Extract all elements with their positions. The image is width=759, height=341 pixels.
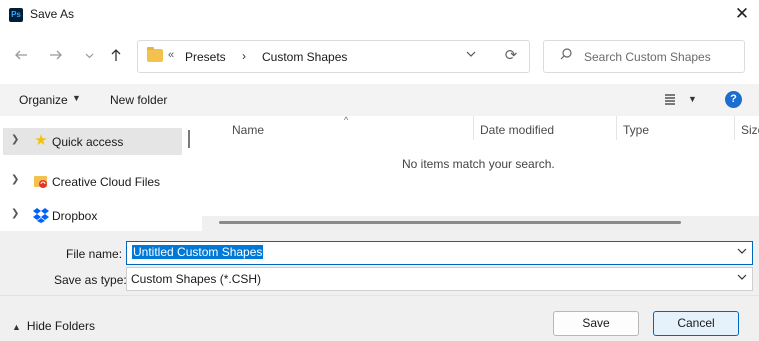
forward-button[interactable] [45,46,67,68]
sidebar-item-label: Quick access [52,135,124,149]
sidebar-item-label: Dropbox [52,209,98,223]
sort-up-icon: ^ [344,115,349,125]
recent-locations-button[interactable] [78,46,100,68]
photoshop-icon: Ps [9,8,23,22]
creative-cloud-folder-icon [33,173,49,189]
new-folder-button[interactable]: New folder [110,93,167,107]
scrollbar-thumb[interactable] [219,221,681,224]
sidebar-item-creative-cloud[interactable]: ❯ Creative Cloud Files [3,168,182,195]
column-divider[interactable] [734,116,735,140]
column-header-date-modified[interactable]: Date modified [480,123,554,137]
hide-folders-button[interactable]: ▲ Hide Folders [12,319,95,333]
caret-down-icon[interactable]: ▼ [72,93,81,103]
file-name-dropdown-icon[interactable] [737,246,747,259]
help-icon[interactable]: ? [725,91,742,108]
column-divider[interactable] [473,116,474,140]
sidebar-item-label: Creative Cloud Files [52,175,161,189]
organize-button[interactable]: Organize [19,93,68,107]
file-name-label: File name: [66,247,123,261]
expand-chevron-icon[interactable]: ❯ [11,208,19,219]
file-name-field[interactable]: Untitled Custom Shapes [126,241,753,265]
address-bar[interactable]: « Presets › Custom Shapes ⟳ [137,40,530,73]
view-options-icon[interactable] [664,93,676,108]
file-name-value[interactable]: Untitled Custom Shapes [132,245,264,259]
up-button[interactable] [105,46,127,68]
arrow-right-icon [50,50,62,60]
column-header-size[interactable]: Size [741,123,759,137]
arrow-up-icon [111,49,121,61]
address-dropdown-icon[interactable] [466,49,476,62]
star-icon: ★ [34,132,48,149]
file-list: ^ Name Date modified Type Size No items … [202,115,759,231]
breadcrumb-overflow[interactable]: « [168,49,174,61]
column-header-type[interactable]: Type [623,123,649,137]
window-title: Save As [30,7,75,21]
command-toolbar: Organize ▼ New folder ▼ ? [0,84,759,116]
divider [0,295,759,296]
close-icon[interactable]: ✕ [733,4,751,24]
view-caret-down-icon[interactable]: ▼ [688,94,697,104]
breadcrumb-custom-shapes[interactable]: Custom Shapes [262,50,347,64]
navigation-pane: ❯ ★ Quick access ❯ Creative Cloud Files … [0,116,200,231]
breadcrumb-separator[interactable]: › [242,49,246,63]
sidebar-item-quick-access[interactable]: ❯ ★ Quick access [3,128,182,155]
search-placeholder: Search Custom Shapes [584,50,711,64]
save-type-value: Custom Shapes (*.CSH) [131,272,262,286]
back-button[interactable] [10,46,32,68]
save-type-label: Save as type: [54,273,127,287]
refresh-icon[interactable]: ⟳ [502,47,520,65]
expand-chevron-icon[interactable]: ❯ [11,174,19,185]
folder-icon [147,47,163,62]
save-type-dropdown-icon[interactable] [737,272,747,285]
empty-message: No items match your search. [402,157,555,171]
column-header-name[interactable]: Name [232,123,264,137]
cancel-button[interactable]: Cancel [653,311,739,336]
chevron-down-icon [85,53,93,59]
title-bar: Ps Save As ✕ [0,0,759,30]
hide-folders-label: Hide Folders [26,319,95,333]
caret-up-icon: ▲ [12,322,21,332]
column-divider[interactable] [616,116,617,140]
save-type-select[interactable]: Custom Shapes (*.CSH) [126,267,753,291]
expand-chevron-icon[interactable]: ❯ [11,134,19,145]
save-button[interactable]: Save [553,311,639,336]
search-icon [560,48,572,60]
sidebar-item-dropbox[interactable]: ❯ Dropbox [3,202,182,229]
horizontal-scrollbar[interactable] [202,216,759,231]
arrow-left-icon [15,50,27,60]
search-input[interactable]: Search Custom Shapes [543,40,745,73]
navigation-scrollbar[interactable] [188,130,190,148]
dropbox-icon [33,207,49,223]
save-form: File name: Untitled Custom Shapes Save a… [0,231,759,341]
breadcrumb-presets[interactable]: Presets [185,50,226,64]
